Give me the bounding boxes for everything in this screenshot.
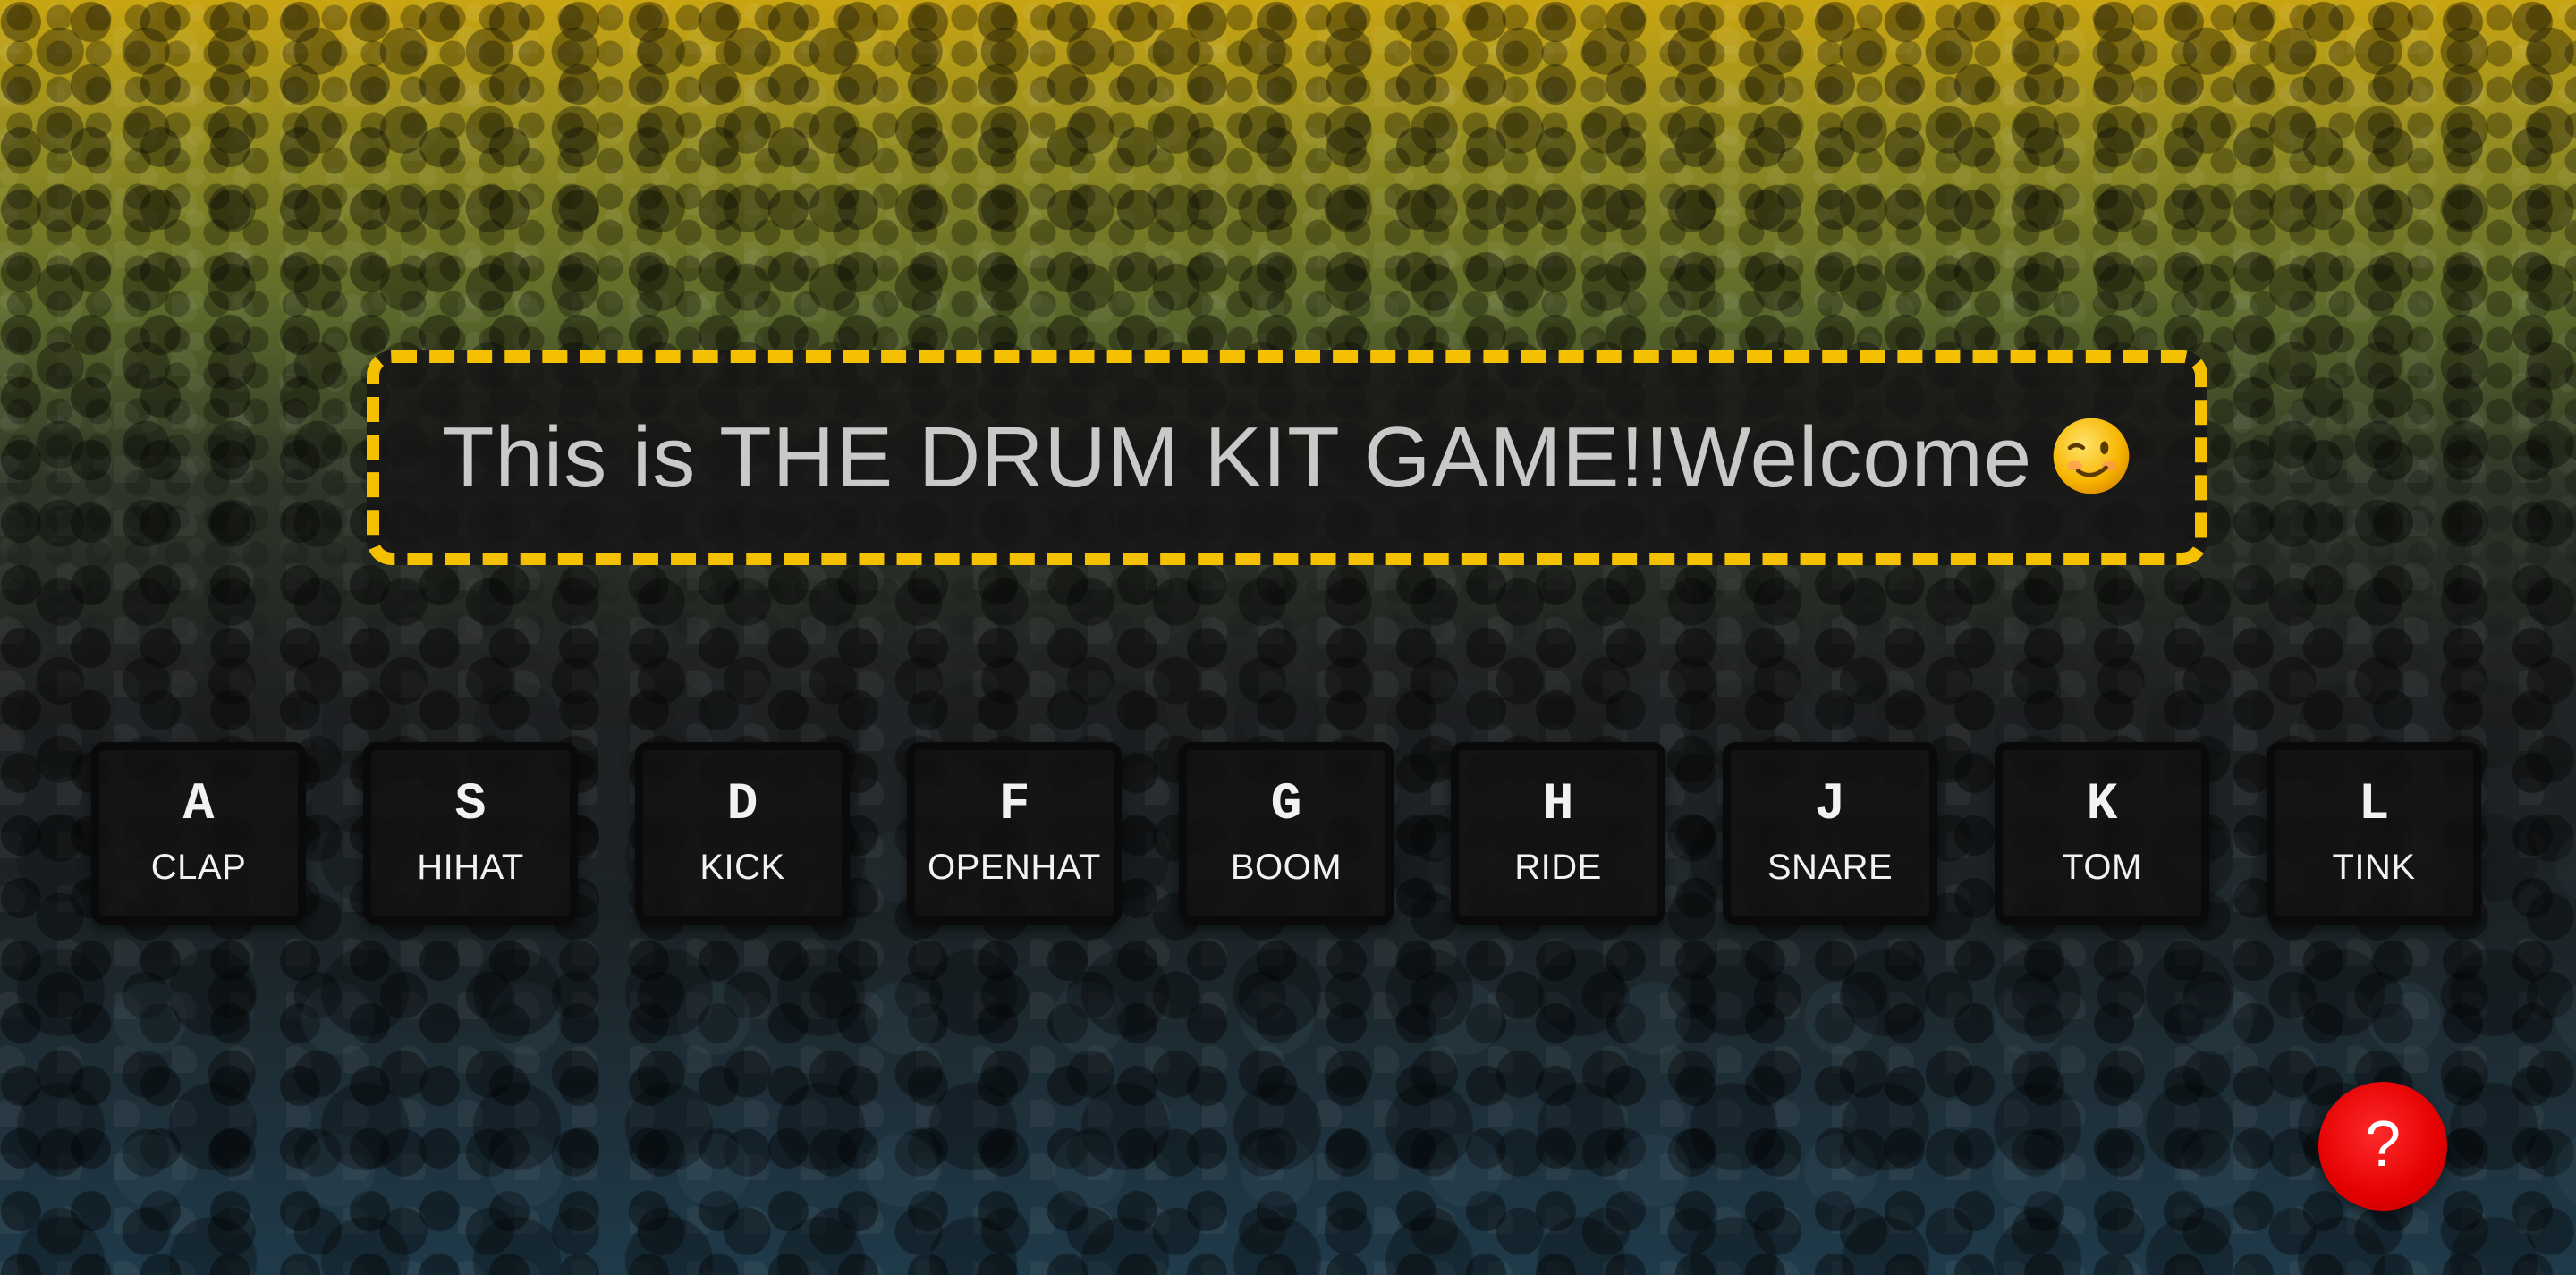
page-background: This is THE DRUM KIT GAME!!Welcome A CLA…	[0, 0, 2576, 1275]
key-letter: L	[2358, 775, 2390, 834]
drum-key-k[interactable]: K TOM	[1995, 742, 2209, 925]
drum-key-j[interactable]: J SNARE	[1723, 742, 1937, 925]
page-title: This is THE DRUM KIT GAME!!Welcome	[442, 409, 2132, 507]
drum-key-s[interactable]: S HIHAT	[363, 742, 578, 925]
key-letter: D	[726, 775, 758, 834]
sound-label: SNARE	[1767, 847, 1894, 887]
title-banner: This is THE DRUM KIT GAME!!Welcome	[367, 350, 2207, 565]
sound-label: TINK	[2332, 847, 2416, 887]
drum-key-a[interactable]: A CLAP	[91, 742, 306, 925]
sound-label: KICK	[699, 847, 785, 887]
crowd-background-near	[0, 0, 2576, 1275]
sound-label: HIHAT	[417, 847, 524, 887]
sound-label: RIDE	[1514, 847, 1602, 887]
sound-label: CLAP	[150, 847, 247, 887]
drum-keys: A CLAP S HIHAT D KICK F OPENHAT G BOOM H…	[91, 742, 2485, 925]
drum-key-g[interactable]: G BOOM	[1179, 742, 1394, 925]
drum-key-h[interactable]: H RIDE	[1451, 742, 1665, 925]
key-letter: H	[1542, 775, 1574, 834]
key-letter: G	[1270, 775, 1302, 834]
help-button[interactable]: ?	[2318, 1082, 2447, 1211]
title-text: This is THE DRUM KIT GAME!!Welcome	[441, 410, 2033, 505]
key-letter: F	[998, 775, 1030, 834]
sound-label: BOOM	[1230, 847, 1343, 887]
key-letter: S	[454, 775, 487, 834]
key-letter: K	[2086, 775, 2118, 834]
key-letter: J	[1814, 775, 1846, 834]
drum-key-f[interactable]: F OPENHAT	[907, 742, 1122, 925]
winking-face-icon	[2053, 418, 2130, 494]
drum-key-d[interactable]: D KICK	[635, 742, 850, 925]
key-letter: A	[182, 775, 215, 834]
drum-key-l[interactable]: L TINK	[2267, 742, 2481, 925]
help-icon: ?	[2364, 1109, 2402, 1180]
sound-label: OPENHAT	[928, 847, 1101, 887]
sound-label: TOM	[2062, 847, 2142, 887]
